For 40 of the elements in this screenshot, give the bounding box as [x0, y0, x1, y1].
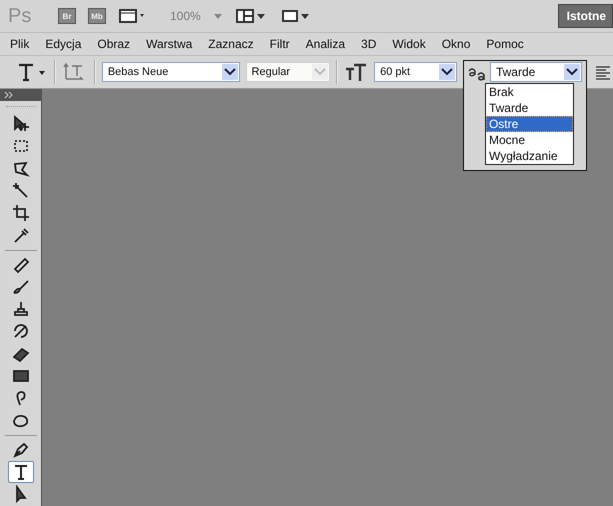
- dropdown-option[interactable]: Wygładzanie: [486, 148, 573, 164]
- arrow-move-icon: [12, 115, 30, 134]
- menu-item[interactable]: Plik: [10, 37, 30, 51]
- panel-grip: [6, 106, 36, 110]
- stamp-icon: [12, 300, 30, 318]
- dropdown-option[interactable]: Brak: [486, 84, 573, 100]
- chevron-icon: [566, 68, 578, 76]
- chevron-icon: [440, 68, 453, 76]
- magic-wand-icon: [12, 182, 30, 200]
- dropdown-option[interactable]: Mocne: [486, 132, 573, 148]
- menu-item[interactable]: Okno: [442, 37, 470, 51]
- bandage-icon: [12, 256, 30, 274]
- chevron-icon: [314, 68, 326, 76]
- dropdown-option[interactable]: Twarde: [486, 100, 573, 116]
- brush-icon: [12, 278, 30, 296]
- menu-item[interactable]: Filtr: [270, 37, 290, 51]
- antialias-dropdown[interactable]: Twarde: [490, 62, 582, 82]
- crop-icon: [12, 204, 30, 222]
- double-arrow-icon[interactable]: [4, 90, 14, 99]
- menu-item[interactable]: Analiza: [306, 37, 346, 51]
- layout-grid-icon[interactable]: [234, 7, 267, 25]
- chevron-icon: [224, 68, 236, 76]
- lasso-icon: [12, 160, 30, 178]
- menu-item[interactable]: Pomoc: [486, 37, 524, 51]
- menu-item[interactable]: Obraz: [97, 37, 130, 51]
- menu-item[interactable]: Warstwa: [146, 37, 192, 51]
- font-size-icon: [344, 61, 368, 83]
- menu-item[interactable]: Zaznacz: [208, 37, 254, 51]
- eyedropper-icon: [12, 226, 30, 244]
- menu-item[interactable]: Widok: [392, 37, 426, 51]
- tool-button[interactable]: [8, 461, 34, 483]
- font-family-dropdown[interactable]: Bebas Neue: [102, 62, 240, 82]
- app-logo: Ps: [8, 4, 32, 28]
- pen-nib-icon: [12, 440, 30, 459]
- menu-item[interactable]: Edycja: [45, 37, 82, 51]
- font-size-dropdown[interactable]: 60 pkt: [374, 62, 457, 82]
- workspace-button[interactable]: Istotne: [558, 4, 613, 28]
- dropdown-option[interactable]: Ostre: [486, 116, 573, 132]
- caret-icon: [212, 13, 223, 19]
- menu-item[interactable]: 3D: [361, 37, 376, 51]
